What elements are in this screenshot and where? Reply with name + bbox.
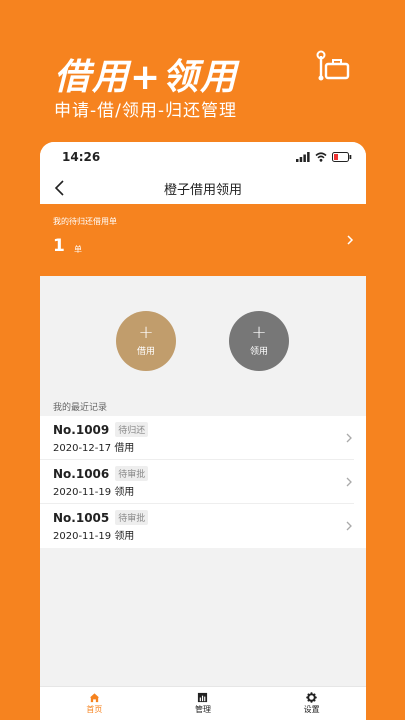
records-list: No.1009 待归还 2020-12-17 借用 No.1006 待审批 20…: [40, 416, 366, 548]
plus-icon: +: [138, 322, 154, 343]
chevron-right-icon: [346, 433, 352, 443]
record-date: 2020-12-17: [53, 443, 112, 454]
list-item[interactable]: No.1005 待审批 2020-11-19 领用: [40, 504, 354, 548]
plus-icon: +: [251, 322, 267, 343]
phone-frame: 14:26 橙子借用领用 我的待归还借用单 1 单 + 借用 + 领用 我的最近…: [40, 142, 366, 720]
trolley-luggage-icon: [316, 50, 350, 81]
tab-bar: 首页 管理 设置: [40, 686, 366, 720]
action-buttons: + 借用 + 领用: [40, 276, 366, 398]
tab-label: 首页: [86, 705, 103, 714]
chevron-right-icon: [346, 521, 352, 531]
tab-label: 管理: [194, 705, 211, 714]
list-item[interactable]: No.1009 待归还 2020-12-17 借用: [40, 416, 354, 460]
chart-icon: [198, 692, 208, 703]
record-type: 领用: [114, 531, 135, 542]
receive-label: 领用: [249, 347, 268, 357]
tab-settings[interactable]: 设置: [282, 692, 342, 715]
record-type: 领用: [114, 487, 135, 498]
tab-home[interactable]: 首页: [64, 692, 124, 715]
tab-label: 设置: [303, 705, 320, 714]
status-badge: 待归还: [115, 422, 149, 437]
promo-title: 借用+领用: [54, 57, 239, 98]
chevron-right-icon: [347, 235, 354, 245]
receive-button[interactable]: + 领用: [229, 311, 289, 371]
home-icon: [89, 693, 99, 703]
record-number: No.1009: [53, 422, 110, 437]
chevron-left-icon[interactable]: [50, 178, 70, 198]
record-type: 借用: [114, 443, 135, 454]
record-number: No.1005: [53, 510, 110, 525]
records-title: 我的最近记录: [53, 403, 108, 413]
summary-label: 我的待归还借用单: [53, 217, 117, 226]
chevron-right-icon: [346, 477, 352, 487]
borrow-label: 借用: [136, 347, 155, 357]
borrow-button[interactable]: + 借用: [116, 311, 176, 371]
status-time: 14:26: [62, 150, 101, 164]
summary-unit: 单: [74, 245, 82, 254]
page-title: 橙子借用领用: [163, 182, 242, 198]
list-item[interactable]: No.1006 待审批 2020-11-19 领用: [40, 460, 354, 504]
battery-icon: [332, 152, 352, 162]
status-badge: 待审批: [115, 510, 149, 525]
signal-icon: [296, 152, 310, 162]
record-date: 2020-11-19: [53, 487, 112, 498]
record-number: No.1006: [53, 466, 110, 481]
nav-bar: 橙子借用领用: [40, 172, 366, 204]
status-bar: 14:26: [40, 142, 366, 172]
record-date: 2020-11-19: [53, 531, 112, 542]
pending-return-summary[interactable]: 我的待归还借用单 1 单: [40, 204, 366, 276]
tab-manage[interactable]: 管理: [173, 692, 233, 715]
gear-icon: [306, 692, 317, 703]
wifi-icon: [315, 152, 327, 162]
promo-subtitle: 申请-借/领用-归还管理: [54, 101, 237, 121]
summary-count: 1: [53, 236, 65, 256]
status-badge: 待审批: [115, 466, 149, 481]
